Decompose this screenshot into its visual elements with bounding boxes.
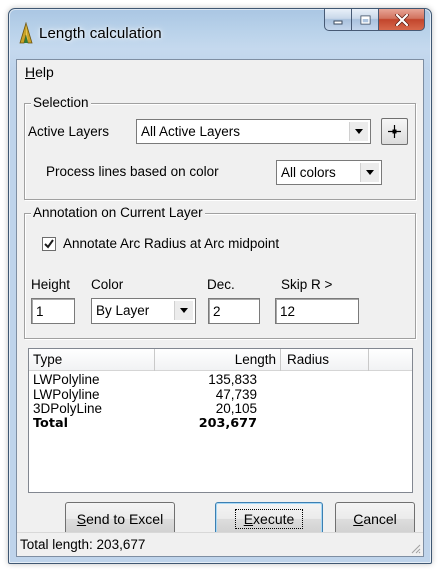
status-total-length: Total length: 203,677 [20,537,146,552]
send-accel: S [76,511,87,527]
autocad-logo-icon [19,22,33,44]
window-title: Length calculation [39,25,162,42]
color-label: Color [91,277,124,292]
chevron-down-icon[interactable] [360,163,379,182]
crosshair-icon [388,125,401,138]
skip-radius-input-value: 12 [280,304,296,319]
chevron-down-icon[interactable] [349,122,368,141]
active-layers-dropdown[interactable]: All Active Layers [136,119,371,144]
close-button[interactable] [379,9,425,31]
execute-accel: E [243,511,254,527]
close-icon [394,13,409,26]
annotate-arc-radius-label[interactable]: Annotate Arc Radius at Arc midpoint [63,236,279,251]
annotation-color-value: By Layer [96,303,150,318]
row-length: 135,833 [208,372,257,387]
maximize-button[interactable] [352,9,379,31]
send-to-excel-button[interactable]: Send to Excel [65,502,175,536]
caption-buttons [324,9,425,31]
results-list-header: Type Length Radius [29,349,412,371]
row-length: 20,105 [215,401,257,416]
chevron-down-icon[interactable] [174,301,193,320]
skip-radius-label: Skip R > [281,277,333,292]
menu-help[interactable]: Help [25,64,54,80]
total-length: 203,677 [198,415,257,431]
resize-grip-icon[interactable] [409,542,421,554]
table-row[interactable]: LWPolyline 47,739 [29,386,412,403]
height-input[interactable]: 1 [31,298,75,324]
minimize-button[interactable] [324,9,352,31]
execute-button[interactable]: Execute [215,502,323,536]
height-input-value: 1 [36,304,44,319]
results-rows: LWPolyline 135,833 LWPolyline 47,739 3DP… [29,372,412,432]
dialog-window: Length calculation Help Selection Active… [8,8,432,564]
column-header-length[interactable]: Length [155,349,281,371]
annotation-group: Annotation on Current Layer Annotate Arc… [24,205,416,339]
total-label: Total [33,415,68,431]
skip-radius-input[interactable]: 12 [275,298,359,324]
cancel-rest: ancel [363,511,397,527]
menu-help-accel: H [25,64,36,80]
column-header-radius[interactable]: Radius [281,349,369,371]
cancel-accel: C [353,511,364,527]
status-bar: Total length: 203,677 [17,532,423,556]
minimize-icon [333,20,343,24]
dec-label: Dec. [207,277,235,292]
table-row[interactable]: 3DPolyLine 20,105 [29,401,412,417]
cancel-button[interactable]: Cancel [335,502,415,536]
row-type: LWPolyline [33,372,100,387]
column-header-type[interactable]: Type [29,349,155,371]
color-filter-dropdown[interactable]: All colors [276,160,382,185]
row-type: 3DPolyLine [33,401,103,416]
selection-group: Selection Active Layers All Active Layer… [24,95,416,200]
table-row-total[interactable]: Total 203,677 [29,415,412,432]
row-length: 47,739 [215,386,257,402]
checkmark-icon [44,239,54,249]
execute-rest: xecute [253,511,295,527]
maximize-icon [360,15,370,24]
decimals-input[interactable]: 2 [208,298,260,324]
annotation-legend: Annotation on Current Layer [31,205,205,220]
menu-bar: Help [17,60,423,84]
active-layers-label: Active Layers [28,124,110,139]
selection-legend: Selection [31,95,91,110]
results-list[interactable]: Type Length Radius LWPolyline 135,833 LW… [28,348,413,493]
menu-help-rest: elp [35,64,54,80]
color-filter-label: Process lines based on color [46,164,219,179]
annotation-color-dropdown[interactable]: By Layer [91,298,196,324]
send-rest: end to Excel [86,511,164,527]
dialog-client-area: Help Selection Active Layers All Active … [16,59,424,557]
active-layers-value: All Active Layers [141,124,241,139]
table-row[interactable]: LWPolyline 135,833 [29,372,412,388]
row-type: LWPolyline [33,386,100,402]
title-bar[interactable]: Length calculation [9,9,431,59]
decimals-input-value: 2 [213,304,221,319]
color-filter-value: All colors [281,165,336,180]
annotate-arc-radius-checkbox[interactable] [42,237,56,251]
pick-layer-button[interactable] [381,118,408,145]
height-label: Height [31,277,71,292]
